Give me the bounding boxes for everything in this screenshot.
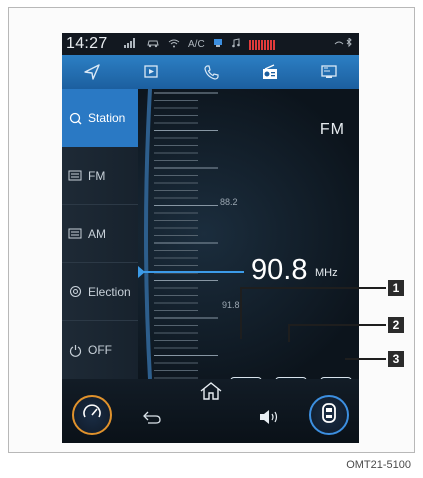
callout-line-2: [288, 324, 386, 326]
scale-label-upper: 88.2: [220, 197, 238, 207]
back-icon[interactable]: [142, 409, 162, 430]
volume-bars-icon: [248, 39, 275, 50]
status-icons: A/C: [124, 38, 275, 51]
status-bar: 14:27 A/C: [62, 33, 359, 55]
radio-icon[interactable]: [240, 55, 299, 89]
home-icon[interactable]: [199, 381, 223, 406]
sidebar-item-station[interactable]: Station: [62, 89, 146, 147]
head-unit-screen: 14:27 A/C Station FM AM Election OFF FM …: [62, 33, 359, 443]
phone-status-icon: [213, 38, 223, 51]
music-status-icon: [231, 38, 241, 51]
sidebar-item-fm[interactable]: FM: [62, 147, 138, 205]
signal-icon: [124, 38, 138, 51]
callout-3: 3: [388, 351, 404, 367]
callout-2: 2: [388, 317, 404, 333]
radio-box-icon: [67, 228, 83, 239]
radio-box-icon: [67, 170, 83, 181]
scan-icon: [67, 285, 83, 298]
wifi-icon: [168, 38, 180, 51]
sidebar-item-label: Election: [88, 284, 131, 299]
phone-icon[interactable]: [181, 55, 240, 89]
search-icon: [67, 112, 83, 125]
tuning-scale[interactable]: [144, 89, 224, 379]
power-icon: [67, 344, 83, 357]
tuning-pointer: [144, 271, 244, 273]
band-label: FM: [319, 121, 345, 138]
callout-line-3: [345, 358, 386, 360]
bluetooth-icon: [333, 36, 355, 51]
figure-code: OMT21-5100: [346, 459, 411, 471]
frequency-display: 90.8: [251, 254, 308, 286]
tuner-panel: FM 88.2 91.8 90.8 MHz: [138, 89, 359, 401]
navigation-icon[interactable]: [62, 55, 121, 89]
frequency-unit: MHz: [315, 267, 338, 279]
clock: 14:27: [66, 35, 108, 52]
callout-1: 1: [388, 280, 404, 296]
callout-line-1: [240, 287, 386, 289]
top-navigation: [62, 55, 359, 89]
car-view-icon: [320, 402, 338, 429]
sidebar-item-am[interactable]: AM: [62, 205, 138, 263]
gauge-button[interactable]: [72, 395, 112, 435]
gauge-icon: [81, 403, 103, 428]
car-icon: [146, 38, 160, 51]
volume-icon[interactable]: [258, 409, 280, 430]
bottom-bar: [62, 379, 359, 443]
sidebar-item-election[interactable]: Election: [62, 263, 138, 321]
media-icon[interactable]: [121, 55, 180, 89]
scale-label-lower: 91.8: [222, 300, 240, 310]
sidebar-item-label: FM: [88, 168, 106, 183]
callout-line-2-drop: [288, 324, 290, 342]
sidebar-item-off[interactable]: OFF: [62, 321, 138, 379]
car-view-button[interactable]: [309, 395, 349, 435]
sidebar-item-label: Station: [88, 111, 126, 125]
settings-icon[interactable]: [300, 55, 359, 89]
sidebar: Station FM AM Election OFF: [62, 89, 146, 379]
sidebar-item-label: OFF: [88, 343, 112, 357]
ac-label: A/C: [188, 39, 205, 50]
callout-line-1-drop: [240, 287, 242, 339]
sidebar-item-label: AM: [88, 226, 106, 241]
